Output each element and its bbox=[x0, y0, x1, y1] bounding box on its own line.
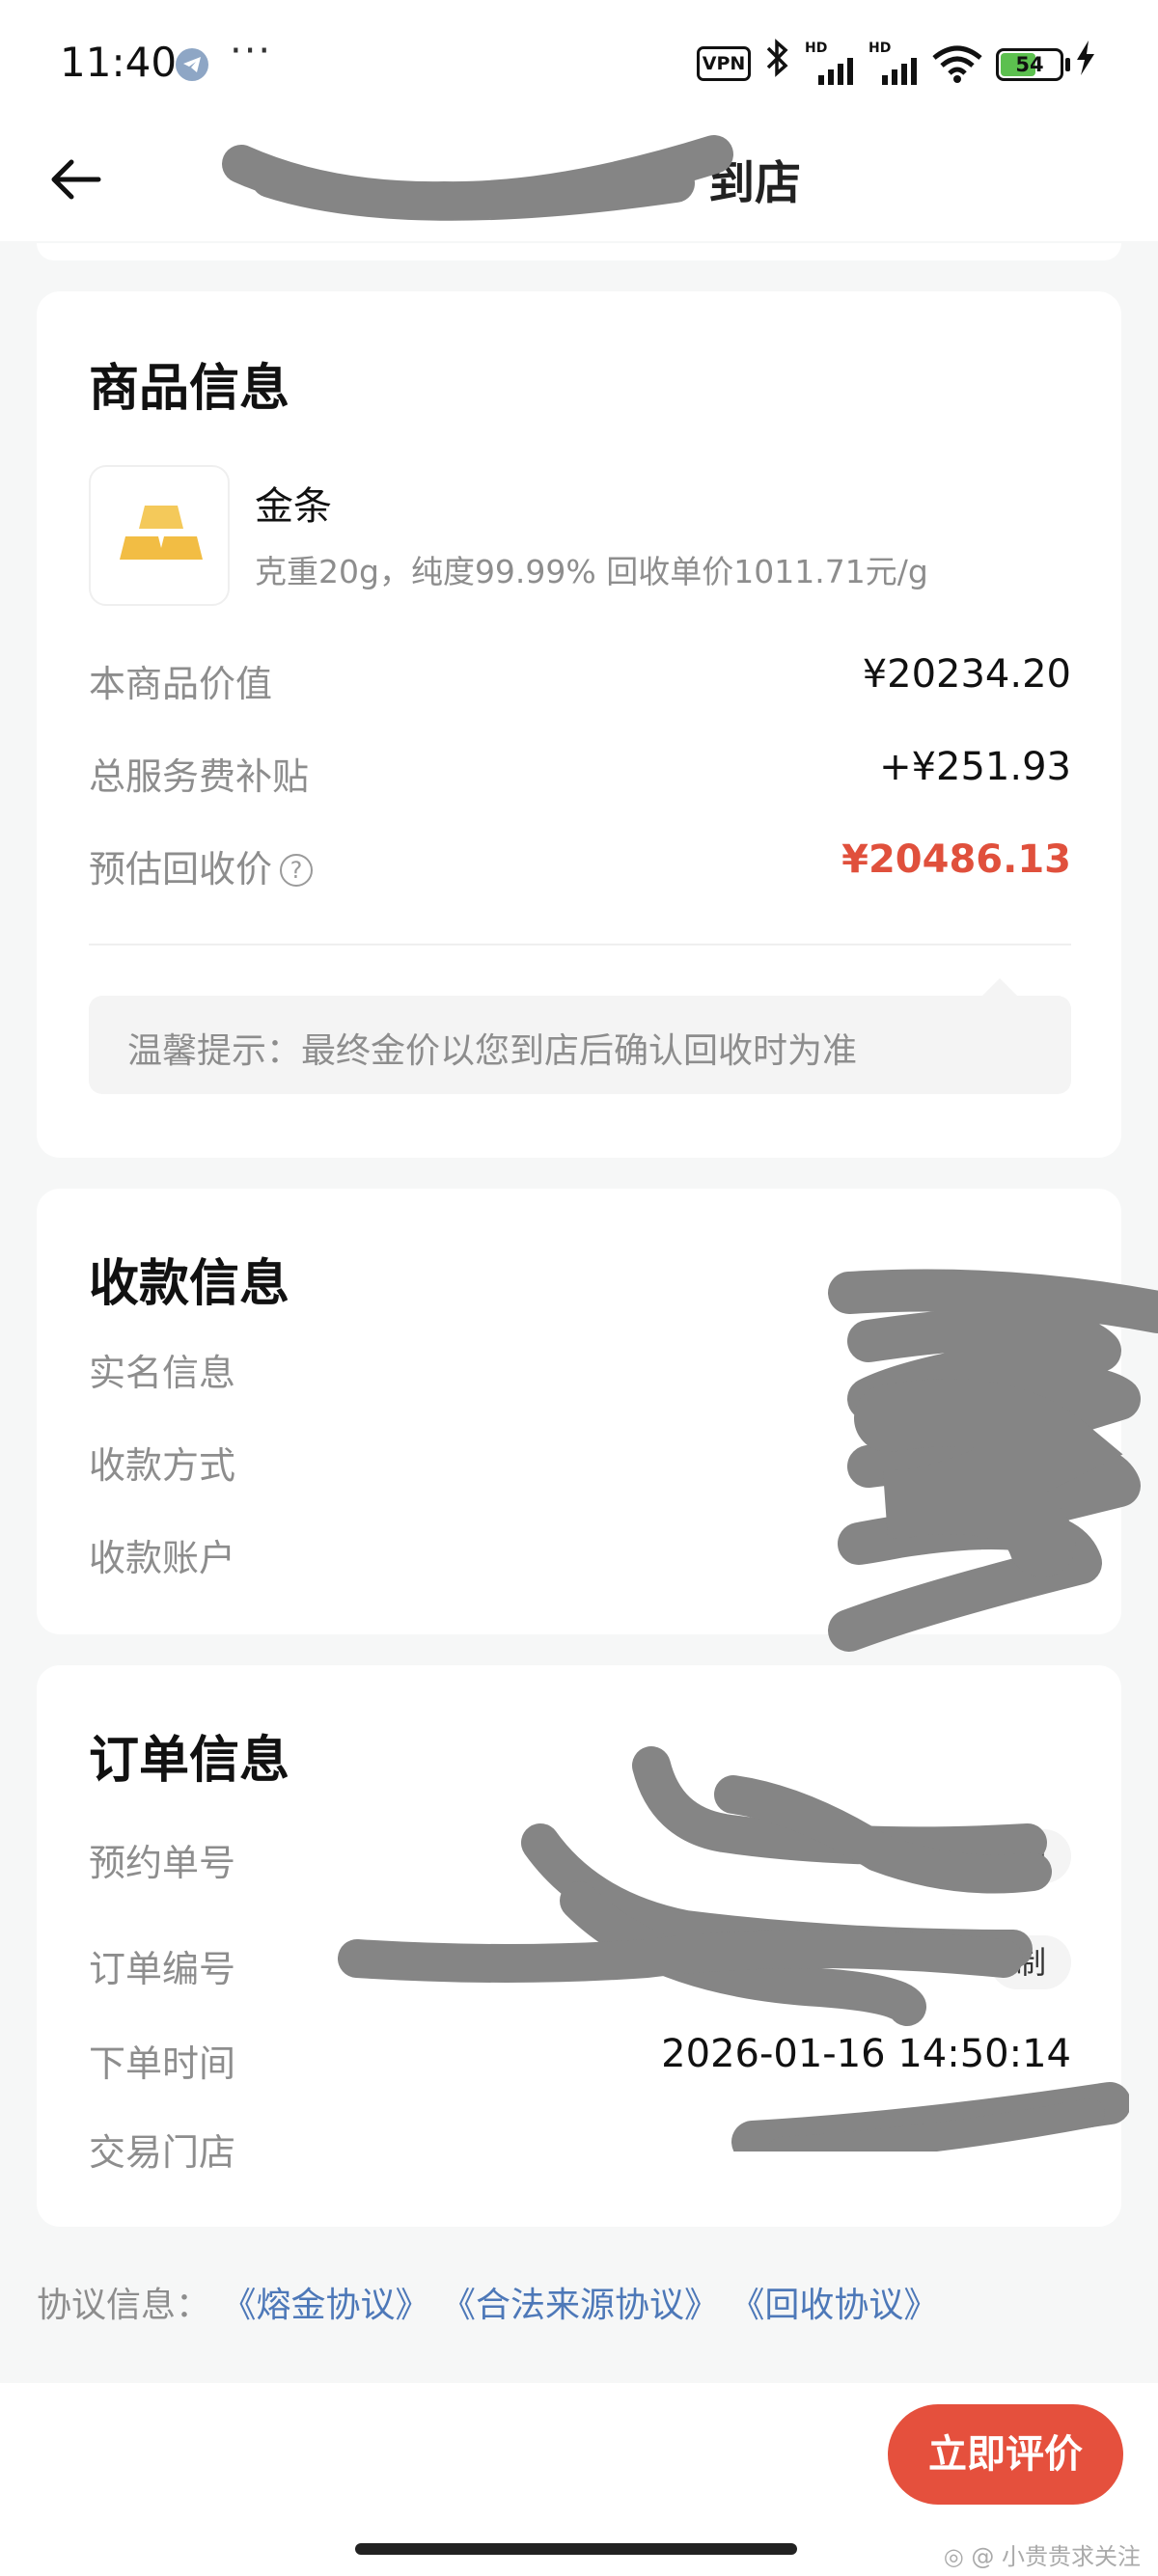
agreement-row: 协议信息： 《熔金协议》 《合法来源协议》 《回收协议》 bbox=[37, 2277, 938, 2327]
home-indicator[interactable] bbox=[355, 2543, 797, 2555]
signal-icon: HD bbox=[805, 41, 861, 85]
payment-method-label: 收款方式 bbox=[89, 1444, 236, 1487]
product-name: 金条 bbox=[255, 484, 332, 529]
real-name-label: 实名信息 bbox=[89, 1352, 236, 1394]
battery-level: 54 bbox=[1015, 53, 1044, 76]
battery-icon: 54 bbox=[996, 48, 1063, 81]
tip-box: 温馨提示：最终金价以您到店后确认回收时为准 bbox=[89, 978, 1071, 1094]
order-time-value: 2026-01-16 14:50:14 bbox=[661, 2032, 1071, 2076]
service-subsidy-label: 总服务费补贴 bbox=[89, 755, 310, 798]
product-thumbnail bbox=[89, 465, 230, 606]
tip-text: 温馨提示：最终金价以您到店后确认回收时为准 bbox=[127, 1031, 858, 1071]
bottom-bar: 立即评价 ◎ @ 小贵贵求关注 bbox=[0, 2383, 1158, 2576]
hd-label: HD bbox=[805, 41, 828, 56]
nav-bar: 到店 bbox=[0, 125, 1158, 241]
status-time: 11:40 bbox=[60, 39, 178, 86]
order-number-label: 订单编号 bbox=[89, 1948, 236, 1990]
telegram-icon bbox=[176, 48, 208, 81]
gold-bar-icon bbox=[120, 506, 203, 560]
hd-label: HD bbox=[868, 41, 892, 56]
service-subsidy-value: +¥251.93 bbox=[879, 745, 1071, 789]
reservation-number-label: 预约单号 bbox=[89, 1842, 236, 1884]
product-info-card: 商品信息 金条 克重20g，纯度99.99% 回收单价1011.71元/g 本商… bbox=[37, 291, 1121, 1158]
previous-card-edge bbox=[37, 243, 1121, 260]
item-value-label: 本商品价值 bbox=[89, 663, 273, 705]
copy-order-button[interactable]: 制 bbox=[989, 1935, 1071, 1989]
agreement-prefix: 协议信息： bbox=[37, 2286, 211, 2325]
back-button[interactable] bbox=[46, 151, 114, 218]
more-notifications-icon: ··· bbox=[230, 29, 273, 73]
divider bbox=[89, 944, 1071, 945]
estimated-price-label-text: 预估回收价 bbox=[89, 848, 273, 891]
review-button[interactable]: 立即评价 bbox=[888, 2404, 1123, 2505]
payment-info-card: 收款信息 实名信息 收款方式 收款账户 bbox=[37, 1189, 1121, 1634]
watermark: ◎ @ 小贵贵求关注 bbox=[943, 2543, 1141, 2570]
melting-agreement-link[interactable]: 《熔金协议》 bbox=[221, 2286, 429, 2325]
vpn-icon: VPN bbox=[697, 46, 751, 81]
battery-tip bbox=[1065, 58, 1070, 71]
product-spec: 克重20g，纯度99.99% 回收单价1011.71元/g bbox=[255, 553, 928, 590]
charging-icon bbox=[1075, 41, 1096, 84]
recycling-agreement-link[interactable]: 《回收协议》 bbox=[730, 2286, 938, 2325]
store-label: 交易门店 bbox=[89, 2131, 236, 2174]
signal-icon: HD bbox=[868, 41, 924, 85]
help-icon[interactable]: ? bbox=[280, 854, 314, 887]
payment-account-label: 收款账户 bbox=[89, 1537, 236, 1579]
copy-reservation-button[interactable]: 复制 bbox=[958, 1829, 1071, 1883]
order-info-card: 订单信息 预约单号 复制 订单编号 制 下单时间 2026-01-16 14:5… bbox=[37, 1665, 1121, 2227]
estimated-price-label: 预估回收价? bbox=[89, 839, 314, 892]
product-info-title: 商品信息 bbox=[89, 360, 290, 418]
payment-info-title: 收款信息 bbox=[89, 1255, 290, 1313]
back-arrow-icon bbox=[51, 159, 101, 200]
order-info-title: 订单信息 bbox=[89, 1732, 290, 1790]
legal-source-agreement-link[interactable]: 《合法来源协议》 bbox=[441, 2286, 719, 2325]
redaction-scribble bbox=[222, 135, 733, 221]
bluetooth-icon bbox=[764, 39, 789, 87]
estimated-price-value: ¥20486.13 bbox=[841, 837, 1071, 882]
wifi-icon bbox=[930, 44, 984, 87]
status-bar: 11:40 ··· VPN HD HD 54 bbox=[0, 0, 1158, 125]
order-time-label: 下单时间 bbox=[89, 2042, 236, 2085]
tip-arrow bbox=[982, 978, 1017, 996]
item-value: ¥20234.20 bbox=[862, 652, 1071, 697]
page-title-visible: 到店 bbox=[707, 156, 801, 210]
